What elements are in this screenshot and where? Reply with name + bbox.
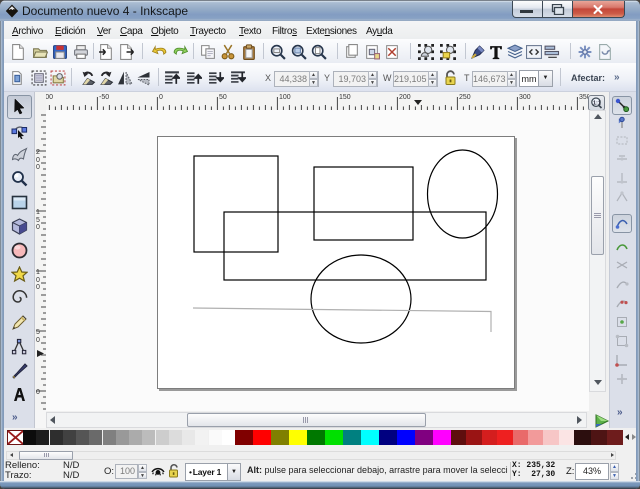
svg-text:1:1: 1:1 <box>593 100 601 106</box>
svg-text:200: 200 <box>399 94 411 101</box>
svg-text:-50: -50 <box>99 94 109 101</box>
svg-text:100: 100 <box>279 94 291 101</box>
svg-text:-100: -100 <box>46 94 53 101</box>
svg-text:0: 0 <box>159 94 163 101</box>
svg-text:250: 250 <box>459 94 471 101</box>
svg-text:50: 50 <box>219 94 227 101</box>
svg-text:150: 150 <box>339 94 351 101</box>
svg-text:300: 300 <box>519 94 531 101</box>
